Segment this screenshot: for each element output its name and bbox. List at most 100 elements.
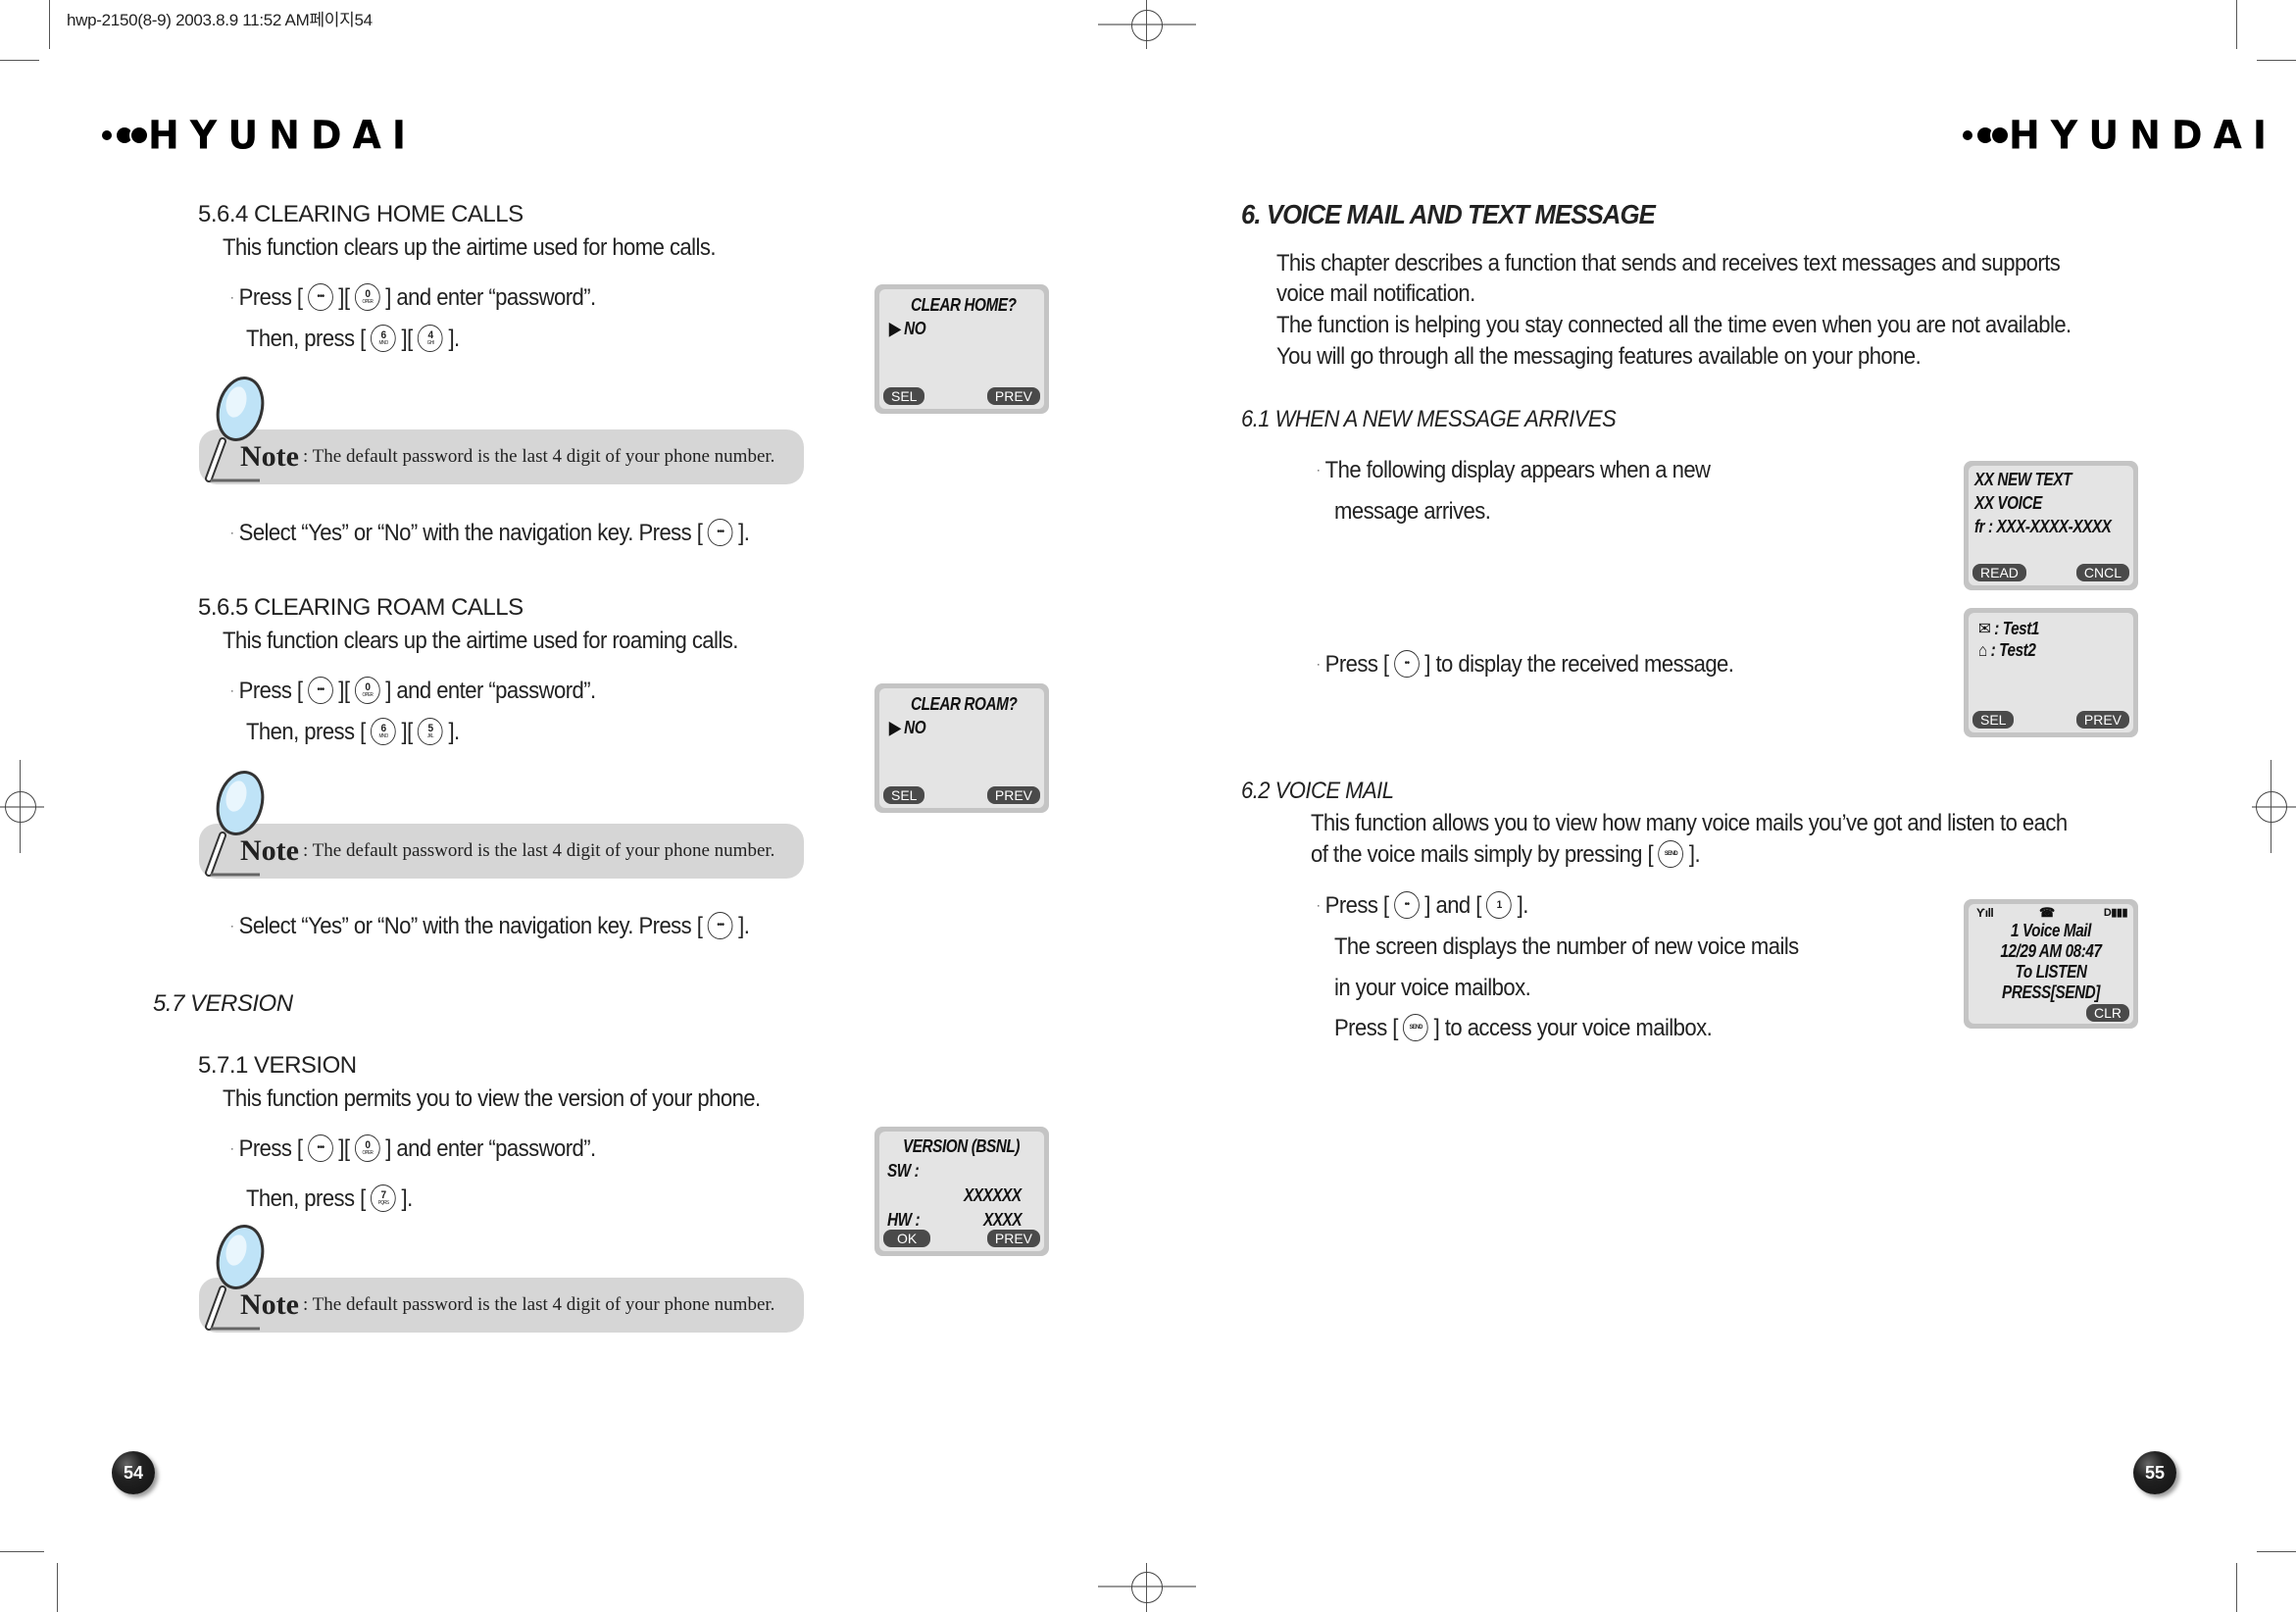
lcd-option: ▶ NO (889, 319, 926, 338)
lcd-line: 12/29 AM 08:47 (2000, 941, 2102, 961)
section-61-bullet1: · The following display appears when a ne… (1317, 457, 1711, 483)
key-7-icon: 7 PQRS (371, 1184, 396, 1212)
chapter-title: 6. VOICE MAIL AND TEXT MESSAGE (1241, 199, 1656, 229)
lcd-sw-label: SW : (887, 1161, 920, 1181)
section-565-step2: Then, press [6 MNO][5 JKL]. (246, 717, 460, 745)
bullet-icon: · (230, 290, 234, 304)
section-571-step1: · Press [•••][0 OPER] and enter “password”… (230, 1133, 596, 1162)
note-box: Note : The default password is the last … (199, 1278, 804, 1333)
bullet-icon: · (230, 526, 234, 539)
section-571-step2: Then, press [7 PQRS]. (246, 1184, 413, 1212)
page-number: 54 (112, 1451, 155, 1494)
softkey-ok: OK (883, 1230, 931, 1247)
section-571-heading: 5.7.1 VERSION (198, 1052, 357, 1079)
lcd-line: To LISTEN (2015, 962, 2087, 982)
key-4-icon: 4 GHI (418, 324, 443, 352)
bullet-icon: · (230, 1141, 234, 1155)
lcd-option: ▶ NO (889, 718, 926, 737)
intro-line: You will go through all the messaging fe… (1276, 343, 1922, 370)
message-item-read: ⌂ : Test2 (1978, 640, 2036, 660)
menu-key-icon: ••• (707, 518, 733, 546)
section-61-bullet2: · Press [••] to display the received mess… (1317, 649, 1734, 678)
softkey-prev: PREV (986, 786, 1040, 804)
brand-wordmark: HYUNDAI (2009, 112, 2278, 159)
phone-icon: ☎ (2039, 905, 2055, 920)
magnifier-icon (205, 377, 265, 482)
softkey-sel: SEL (883, 387, 925, 405)
lcd-clear-roam: CLEAR ROAM? ▶ NO SEL PREV (874, 683, 1049, 813)
lcd-hw-value: XXXX (983, 1210, 1023, 1230)
section-565-heading: 5.6.5 CLEARING ROAM CALLS (198, 594, 524, 621)
softkey-prev: PREV (986, 387, 1040, 405)
softkey-read: READ (1972, 564, 2026, 581)
section-61-heading: 6.1 WHEN A NEW MESSAGE ARRIVES (1241, 406, 1617, 432)
bullet-icon: · (230, 919, 234, 932)
bullet-icon: · (1317, 463, 1321, 477)
hyundai-emblem-icon (1963, 126, 2010, 145)
key-1-icon: 1 (1486, 890, 1513, 919)
key-0-icon: 0 OPER (354, 282, 380, 311)
note-text: : The default password is the last 4 dig… (302, 446, 775, 467)
softkey-sel: SEL (883, 786, 925, 804)
section-61-bullet1-cont: message arrives. (1334, 498, 1491, 525)
selection-arrow-icon: ▶ (889, 319, 901, 338)
lcd-line: fr : XXX-XXXX-XXXX (1974, 517, 2112, 536)
crop-mark (2236, 1563, 2237, 1612)
section-564-step2: Then, press [6 MNO][4 GHI]. (246, 324, 460, 352)
crop-mark (0, 1551, 44, 1552)
section-62-heading: 6.2 VOICE MAIL (1241, 778, 1394, 804)
lcd-voice-mail: Ƴıll ☎ D▮▮▮ 1 Voice Mail 12/29 AM 08:47 … (1964, 899, 2138, 1029)
lcd-message-list: ✉ : Test1 ⌂ : Test2 SEL PREV (1964, 608, 2138, 737)
section-62-step2: The screen displays the number of new vo… (1334, 933, 1799, 960)
key-6-icon: 6 MNO (371, 324, 396, 352)
crop-mark (2257, 1551, 2296, 1552)
menu-key-icon: ••• (308, 282, 333, 311)
softkey-prev: PREV (2075, 711, 2129, 729)
crop-mark (2236, 0, 2237, 49)
section-62-step2-cont: in your voice mailbox. (1334, 975, 1531, 1001)
crop-mark (2257, 60, 2296, 61)
section-62-desc: This function allows you to view how man… (1311, 810, 2068, 836)
section-57-heading: 5.7 VERSION (153, 990, 293, 1017)
softkey-sel: SEL (1972, 711, 2015, 729)
menu-key-icon: ••• (308, 1133, 333, 1162)
lcd-sw-value: XXXXXX (964, 1185, 1022, 1205)
envelope-open-icon: ⌂ (1978, 640, 1987, 660)
lcd-line: XX VOICE (1974, 493, 2042, 513)
print-meta: hwp-2150(8-9) 2003.8.9 11:52 AM페이지54 (67, 11, 373, 29)
key-5-icon: 5 JKL (418, 717, 443, 745)
lcd-title: CLEAR HOME? (911, 295, 1017, 315)
intro-line: The function is helping you stay connect… (1276, 312, 2071, 338)
envelope-closed-icon: ✉ (1978, 619, 1991, 638)
ok-key-icon: •• (1394, 649, 1420, 678)
lcd-hw-label: HW : (887, 1210, 921, 1230)
section-565-description: This function clears up the airtime used… (223, 628, 738, 654)
lcd-title: VERSION (BSNL) (903, 1136, 1021, 1156)
note-box: Note : The default password is the last … (199, 824, 804, 879)
note-text: : The default password is the last 4 dig… (302, 840, 775, 861)
send-key-icon: SEND (1403, 1013, 1429, 1041)
magnifier-icon (205, 771, 265, 877)
page-number: 55 (2133, 1451, 2176, 1494)
note-text: : The default password is the last 4 dig… (302, 1294, 775, 1315)
selection-arrow-icon: ▶ (889, 718, 901, 737)
note-box: Note : The default password is the last … (199, 429, 804, 484)
section-62-desc-cont: of the voice mails simply by pressing [S… (1311, 839, 1701, 868)
menu-key-icon: ••• (707, 911, 733, 939)
hyundai-logo-right: HYUNDAI (1963, 112, 2278, 159)
key-6-icon: 6 MNO (371, 717, 396, 745)
hyundai-emblem-icon (102, 126, 149, 145)
crop-mark (49, 0, 50, 49)
battery-icon: D▮▮▮ (2103, 907, 2128, 919)
intro-line: This chapter describes a function that s… (1276, 250, 2061, 277)
lcd-clear-home: CLEAR HOME? ▶ NO SEL PREV (874, 284, 1049, 414)
lcd-new-message: XX NEW TEXT XX VOICE fr : XXX-XXXX-XXXX … (1964, 461, 2138, 590)
crop-mark (57, 1563, 58, 1612)
crop-mark (0, 60, 39, 61)
lcd-line: XX NEW TEXT (1974, 470, 2072, 489)
send-key-icon: SEND (1658, 839, 1684, 868)
signal-strength-icon: Ƴıll (1976, 906, 1994, 920)
section-564-step3: · Select “Yes” or “No” with the navigatio… (230, 518, 750, 546)
menu-key-icon: ••• (308, 676, 333, 704)
hyundai-logo-left: HYUNDAI (102, 113, 417, 158)
